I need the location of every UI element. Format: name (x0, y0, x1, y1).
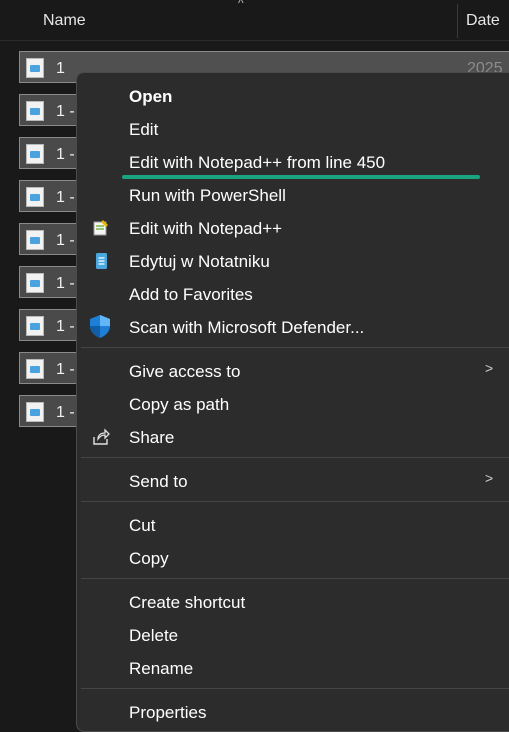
chevron-right-icon: > (485, 360, 494, 376)
file-name: 1 - (56, 404, 75, 421)
microsoft-defender-icon (90, 315, 110, 338)
menu-item-edit[interactable]: Edit (129, 120, 158, 140)
column-header: ^ Name Date (0, 0, 509, 41)
column-name-header[interactable]: Name (43, 12, 86, 30)
file-name: 1 - (56, 189, 75, 206)
menu-item-copy-path[interactable]: Copy as path (129, 395, 229, 415)
image-file-icon (26, 359, 44, 379)
file-name: 1 - (56, 275, 75, 292)
image-file-icon (26, 230, 44, 250)
image-file-icon (26, 58, 44, 78)
menu-item-cut[interactable]: Cut (129, 516, 155, 536)
menu-item-create-shortcut[interactable]: Create shortcut (129, 593, 245, 613)
file-name: 1 - (56, 103, 75, 120)
menu-item-edit-notepadpp[interactable]: Edit with Notepad++ (129, 219, 282, 239)
highlight-underline (122, 175, 480, 179)
image-file-icon (26, 101, 44, 121)
image-file-icon (26, 316, 44, 336)
chevron-right-icon: > (485, 470, 494, 486)
menu-item-open[interactable]: Open (129, 87, 172, 107)
menu-item-share[interactable]: Share (129, 428, 174, 448)
menu-separator (81, 688, 509, 689)
notepadpp-icon (93, 220, 108, 236)
file-name: 1 - (56, 361, 75, 378)
menu-item-edit-notepad[interactable]: Edytuj w Notatniku (129, 252, 270, 272)
context-menu: Open Edit Edit with Notepad++ from line … (76, 72, 509, 732)
file-name: 1 - (56, 232, 75, 249)
menu-separator (81, 578, 509, 579)
menu-separator (81, 501, 509, 502)
file-name: 1 - (56, 318, 75, 335)
menu-item-send-to[interactable]: Send to (129, 472, 188, 492)
menu-item-run-powershell[interactable]: Run with PowerShell (129, 186, 286, 206)
image-file-icon (26, 144, 44, 164)
menu-item-scan-defender[interactable]: Scan with Microsoft Defender... (129, 318, 364, 338)
file-name: 1 (56, 60, 65, 77)
menu-separator (81, 457, 509, 458)
column-divider[interactable] (457, 4, 458, 38)
file-name: 1 - (56, 146, 75, 163)
menu-item-delete[interactable]: Delete (129, 626, 178, 646)
notepad-icon (96, 253, 107, 269)
image-file-icon (26, 402, 44, 422)
menu-item-add-favorites[interactable]: Add to Favorites (129, 285, 253, 305)
column-date-header[interactable]: Date (466, 12, 500, 30)
image-file-icon (26, 187, 44, 207)
sort-ascending-icon: ^ (238, 0, 244, 10)
menu-item-properties[interactable]: Properties (129, 703, 206, 723)
menu-item-edit-notepadpp-line[interactable]: Edit with Notepad++ from line 450 (129, 153, 385, 173)
image-file-icon (26, 273, 44, 293)
menu-item-copy[interactable]: Copy (129, 549, 169, 569)
menu-separator (81, 347, 509, 348)
share-icon (93, 428, 110, 445)
menu-item-rename[interactable]: Rename (129, 659, 193, 679)
menu-item-give-access[interactable]: Give access to (129, 362, 241, 382)
